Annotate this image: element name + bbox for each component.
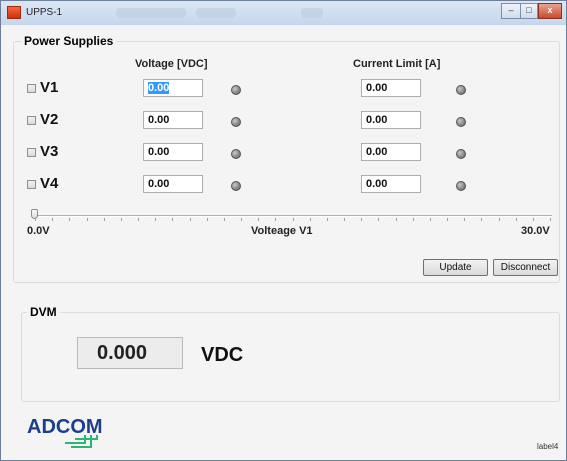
client-area: Power Supplies Voltage [VDC] Current Lim… — [7, 25, 560, 454]
v4-voltage-input[interactable]: 0.00 — [143, 175, 203, 193]
update-button[interactable]: Update — [423, 259, 488, 276]
v1-voltage-input[interactable]: 0.00 — [143, 79, 203, 97]
power-supplies-title: Power Supplies — [21, 34, 117, 48]
disconnect-button[interactable]: Disconnect — [493, 259, 558, 276]
slider-tick — [155, 218, 157, 221]
v2-enable-checkbox[interactable] — [27, 116, 36, 125]
v4-label: V4 — [40, 175, 59, 192]
logo-text: ADCOM — [27, 416, 103, 438]
slider-tick — [464, 218, 466, 221]
app-icon — [7, 6, 21, 19]
slider-tick — [35, 218, 36, 221]
v2-voltage-indicator — [231, 117, 241, 127]
voltage-slider-track[interactable] — [32, 215, 552, 217]
slider-tick — [395, 218, 397, 221]
slider-tick — [206, 218, 208, 221]
slider-tick — [52, 218, 54, 221]
slider-tick — [481, 218, 483, 221]
app-window: UPPS-1 – □ x Power Supplies Voltage [VDC… — [0, 0, 567, 461]
slider-tick — [172, 218, 174, 221]
v2-current-input[interactable]: 0.00 — [361, 111, 421, 129]
slider-tick — [189, 218, 191, 221]
v1-current-input[interactable]: 0.00 — [361, 79, 421, 97]
slider-tick — [429, 218, 431, 221]
slider-tick — [515, 218, 517, 221]
blurred-title-fragment — [301, 8, 323, 18]
v1-label: V1 — [40, 79, 59, 96]
slider-tick — [498, 218, 500, 221]
slider-tick — [412, 218, 414, 221]
slider-tick — [361, 218, 363, 221]
v3-voltage-indicator — [231, 149, 241, 159]
slider-tick — [275, 218, 277, 221]
slider-max-label: 30.0V — [521, 225, 550, 237]
dvm-value: 0.000 — [97, 342, 148, 364]
v3-current-input[interactable]: 0.00 — [361, 143, 421, 161]
voltage-column-header: Voltage [VDC] — [135, 58, 208, 70]
footer-label: label4 — [537, 442, 559, 451]
slider-tick — [292, 218, 294, 221]
v1-voltage-indicator — [231, 85, 241, 95]
slider-tick — [103, 218, 105, 221]
slider-tick — [223, 218, 225, 221]
slider-tick — [344, 218, 345, 221]
slider-tick — [447, 218, 448, 221]
v1-current-indicator — [456, 85, 466, 95]
v3-label: V3 — [40, 143, 59, 160]
power-supplies-group — [13, 41, 560, 283]
slider-tick — [86, 218, 88, 221]
v2-label: V2 — [40, 111, 59, 128]
blurred-title-fragment — [196, 8, 236, 18]
slider-tick — [378, 218, 380, 221]
v4-current-input[interactable]: 0.00 — [361, 175, 421, 193]
v4-voltage-indicator — [231, 181, 241, 191]
maximize-button[interactable]: □ — [520, 3, 538, 19]
slider-tick — [241, 218, 242, 221]
slider-tick — [550, 218, 551, 221]
v3-enable-checkbox[interactable] — [27, 148, 36, 157]
slider-tick — [532, 218, 534, 221]
slider-tick — [138, 218, 139, 221]
current-column-header: Current Limit [A] — [353, 58, 441, 70]
adcom-logo: ADCOM — [27, 416, 103, 448]
slider-tick — [309, 218, 311, 221]
slider-min-label: 0.0V — [27, 225, 50, 237]
slider-caption: Volteage V1 — [251, 225, 313, 237]
v2-current-indicator — [456, 117, 466, 127]
v4-current-indicator — [456, 181, 466, 191]
close-button[interactable]: x — [538, 3, 562, 19]
minimize-button[interactable]: – — [501, 3, 521, 19]
v1-voltage-value: 0.00 — [148, 82, 170, 94]
v3-current-indicator — [456, 149, 466, 159]
blurred-title-fragment — [116, 8, 186, 18]
window-title: UPPS-1 — [26, 7, 63, 18]
dvm-unit: VDC — [201, 344, 244, 366]
v3-voltage-input[interactable]: 0.00 — [143, 143, 203, 161]
slider-tick — [120, 218, 122, 221]
v2-voltage-input[interactable]: 0.00 — [143, 111, 203, 129]
slider-tick — [69, 218, 71, 221]
dvm-title: DVM — [27, 305, 60, 319]
v4-enable-checkbox[interactable] — [27, 180, 36, 189]
slider-tick — [258, 218, 260, 221]
v1-enable-checkbox[interactable] — [27, 84, 36, 93]
title-bar[interactable]: UPPS-1 – □ x — [1, 1, 566, 25]
slider-tick — [326, 218, 328, 221]
